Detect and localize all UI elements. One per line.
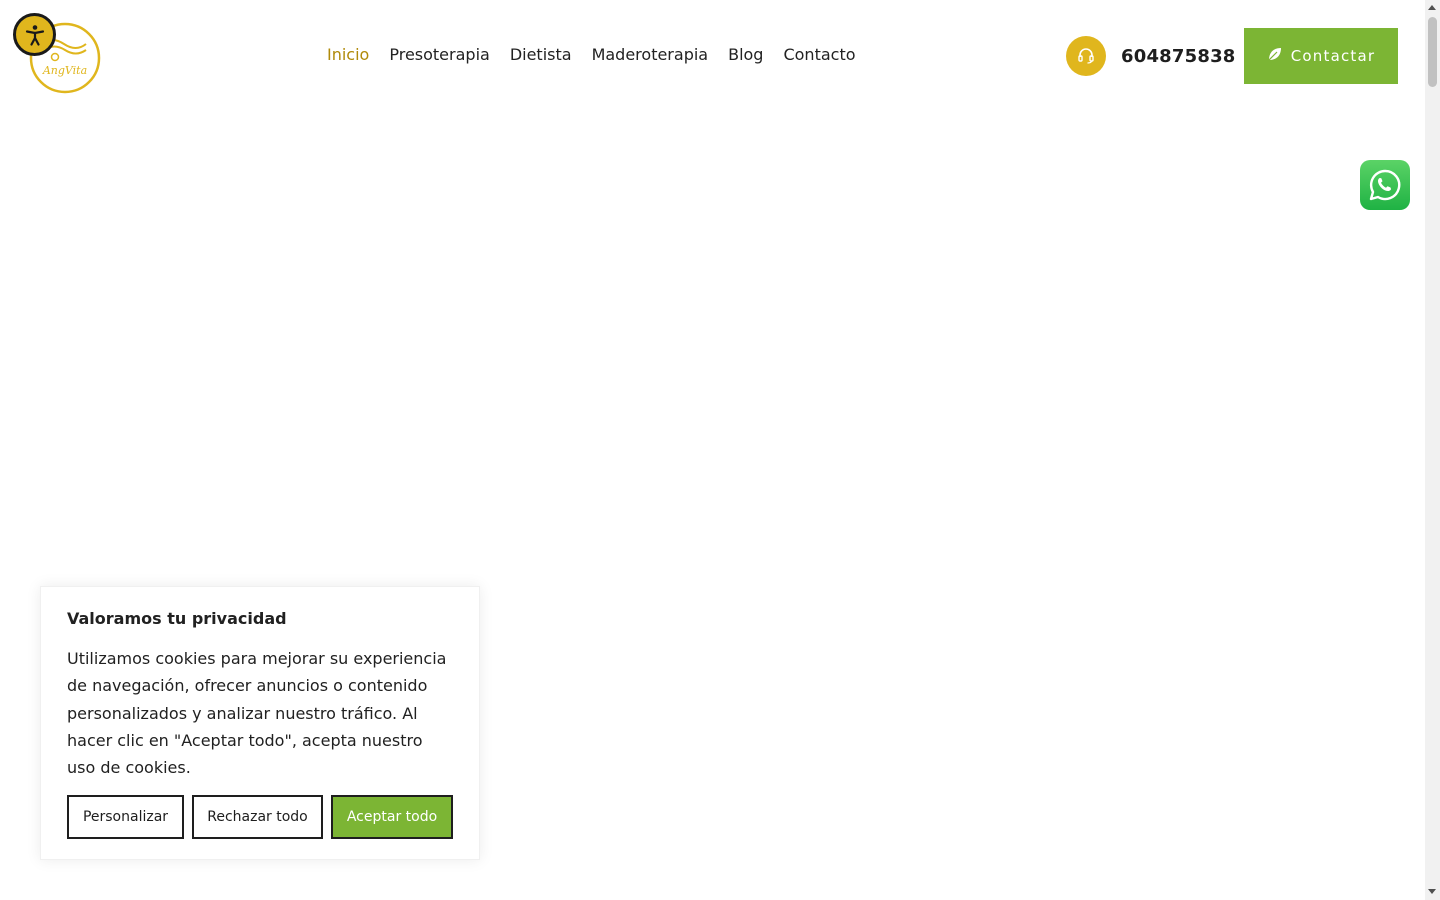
site-header: AngVita Inicio Presoterapia Dietista Mad… [0,0,1425,112]
whatsapp-button[interactable] [1360,160,1410,210]
whatsapp-icon [1369,169,1401,201]
headset-icon [1066,36,1106,76]
reject-all-button[interactable]: Rechazar todo [192,795,323,839]
accessibility-person-icon [25,24,44,46]
cookie-banner: Valoramos tu privacidad Utilizamos cooki… [40,586,480,860]
contact-button-label: Contactar [1290,47,1376,65]
phone-contact[interactable]: 604875838 [1066,36,1236,76]
nav-item-presoterapia[interactable]: Presoterapia [389,43,489,67]
scrollbar-thumb[interactable] [1428,17,1437,87]
cookie-title: Valoramos tu privacidad [67,609,287,628]
logo-text: AngVita [42,64,87,77]
customize-button[interactable]: Personalizar [67,795,184,839]
phone-number[interactable]: 604875838 [1121,46,1236,67]
nav-item-contacto[interactable]: Contacto [783,43,855,67]
nav-item-dietista[interactable]: Dietista [510,43,572,67]
nav-item-inicio[interactable]: Inicio [327,43,369,67]
leaf-icon [1267,46,1283,66]
scroll-down-arrow[interactable] [1428,889,1436,894]
main-nav: Inicio Presoterapia Dietista Maderoterap… [327,43,856,67]
accessibility-button[interactable] [13,13,56,56]
contact-button[interactable]: Contactar [1244,28,1398,84]
page: AngVita Inicio Presoterapia Dietista Mad… [0,0,1440,900]
nav-item-blog[interactable]: Blog [728,43,763,67]
scroll-up-arrow[interactable] [1428,5,1436,10]
nav-item-maderoterapia[interactable]: Maderoterapia [592,43,709,67]
cookie-text: Utilizamos cookies para mejorar su exper… [67,649,447,778]
vertical-scrollbar[interactable] [1425,0,1440,900]
cookie-actions: Personalizar Rechazar todo Aceptar todo [67,795,453,839]
accept-all-button[interactable]: Aceptar todo [331,795,453,839]
